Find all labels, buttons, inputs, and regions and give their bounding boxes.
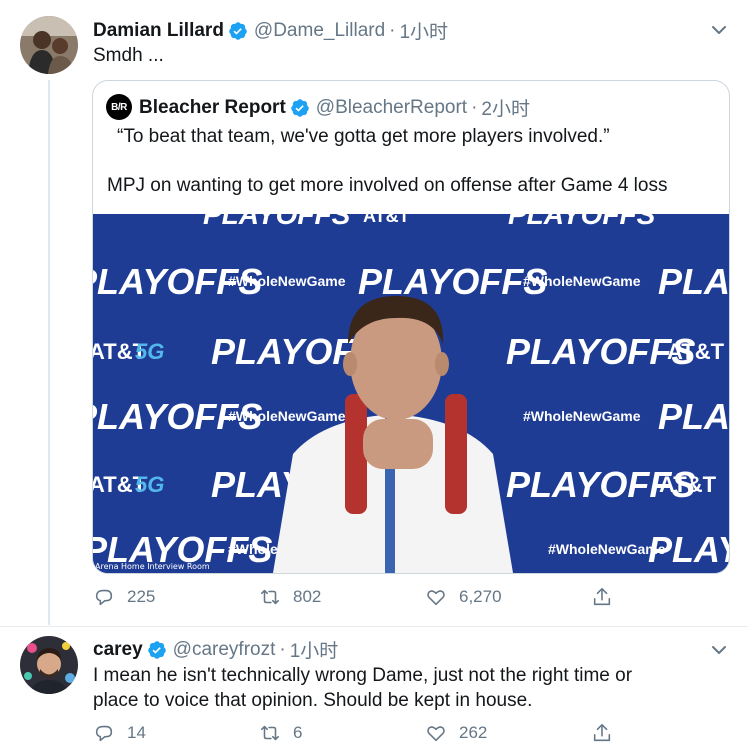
avatar-damian-lillard[interactable]	[20, 16, 78, 74]
like-icon	[427, 726, 445, 742]
verified-badge-icon	[229, 21, 247, 40]
timestamp[interactable]: 1小时	[399, 17, 448, 44]
backdrop-5g-text: 5G	[135, 472, 164, 497]
author-handle[interactable]: @Dame_Lillard	[254, 20, 385, 42]
like-button[interactable]: 262	[425, 722, 591, 744]
backdrop-att-text: AT&T	[659, 472, 717, 497]
verified-badge-icon	[147, 640, 166, 659]
backdrop-5g-text: 5G	[135, 339, 164, 364]
tweet-actions: 14 6 262	[93, 722, 625, 744]
like-count: 262	[459, 723, 488, 742]
separator-dot: ·	[279, 638, 286, 660]
tweet-actions: 225 802 6,270	[93, 586, 625, 608]
like-count: 6,270	[459, 587, 502, 606]
backdrop-hashtag-text: #WholeNewGame	[523, 273, 641, 289]
quoted-text-line-2: MPJ on wanting to get more involved on o…	[107, 175, 668, 196]
backdrop-att-text: AT&T	[363, 214, 410, 226]
quoted-text-line-1: “To beat that team, we've gotta get more…	[117, 126, 610, 147]
share-icon	[593, 723, 611, 742]
quoted-tweet-header: Bleacher Report @BleacherReport · 2小时	[139, 94, 530, 121]
retweet-icon	[260, 589, 280, 605]
reply-count: 225	[127, 587, 156, 606]
like-icon	[427, 590, 445, 606]
timestamp[interactable]: 1小时	[290, 636, 339, 663]
thread-connector-line	[48, 80, 50, 625]
author-name[interactable]: carey	[93, 639, 143, 661]
retweet-button[interactable]: 802	[259, 586, 425, 608]
backdrop-playoffs-text: PLAYOFFS	[203, 214, 351, 230]
bleacher-report-logo: B/R	[106, 94, 132, 120]
backdrop-playoffs-text: PLAYOFFS	[508, 214, 656, 230]
video-frame: PLAYOFFS AT&T PLAYOFFS PLAYOFFS #WholeNe…	[93, 214, 729, 573]
share-button[interactable]	[591, 586, 625, 608]
backdrop-playoffs-text: PLAYOFFS	[658, 261, 729, 302]
reply-count: 14	[127, 723, 146, 742]
tweet-header: carey @careyfrozt · 1小时	[93, 636, 338, 663]
separator-dot: ·	[471, 96, 478, 118]
avatar-carey[interactable]	[20, 636, 78, 694]
tweet-text: Smdh ...	[93, 45, 164, 66]
backdrop-hashtag-text: #WholeNewGame	[523, 408, 641, 424]
video-overlay-label: Arena Home Interview Room	[95, 562, 210, 571]
tweet-text-line-1: I mean he isn't technically wrong Dame, …	[93, 665, 633, 686]
share-button[interactable]	[591, 722, 625, 744]
backdrop-hashtag-text: #WholeNewGame	[228, 273, 346, 289]
backdrop-playoffs-text: PLAYOFFS	[358, 261, 547, 302]
reply-icon	[95, 725, 113, 742]
chevron-down-icon[interactable]	[709, 20, 729, 40]
retweet-count: 802	[293, 587, 322, 606]
separator-dot: ·	[389, 19, 396, 41]
video-player[interactable]: PLAYOFFS AT&T PLAYOFFS PLAYOFFS #WholeNe…	[93, 214, 729, 573]
retweet-icon	[260, 725, 280, 741]
author-handle[interactable]: @careyfrozt	[173, 639, 276, 661]
reply-button[interactable]: 14	[93, 722, 259, 744]
quoted-tweet-card[interactable]: B/R Bleacher Report @BleacherReport · 2小…	[92, 80, 730, 574]
quoted-timestamp[interactable]: 2小时	[481, 94, 530, 121]
retweet-count: 6	[293, 723, 303, 742]
reply-button[interactable]: 225	[93, 586, 259, 608]
retweet-button[interactable]: 6	[259, 722, 425, 744]
backdrop-playoffs-text: PLAYOFFS	[658, 396, 729, 437]
backdrop-att-text: AT&T	[667, 339, 725, 364]
verified-badge-icon	[291, 98, 309, 117]
tweet-text-line-2: place to voice that opinion. Should be k…	[93, 690, 533, 711]
quoted-author-name[interactable]: Bleacher Report	[139, 97, 286, 119]
reply-icon	[95, 589, 113, 606]
share-icon	[593, 587, 611, 606]
chevron-down-icon[interactable]	[709, 640, 729, 660]
backdrop-hashtag-text: #WholeNewGame	[228, 408, 346, 424]
backdrop-playoffs-text: PLAYOFFS	[648, 529, 729, 570]
author-name[interactable]: Damian Lillard	[93, 20, 224, 42]
tweet-divider	[0, 626, 748, 627]
quoted-author-handle[interactable]: @BleacherReport	[316, 97, 467, 119]
tweet-header: Damian Lillard @Dame_Lillard · 1小时	[93, 17, 448, 44]
like-button[interactable]: 6,270	[425, 586, 591, 608]
